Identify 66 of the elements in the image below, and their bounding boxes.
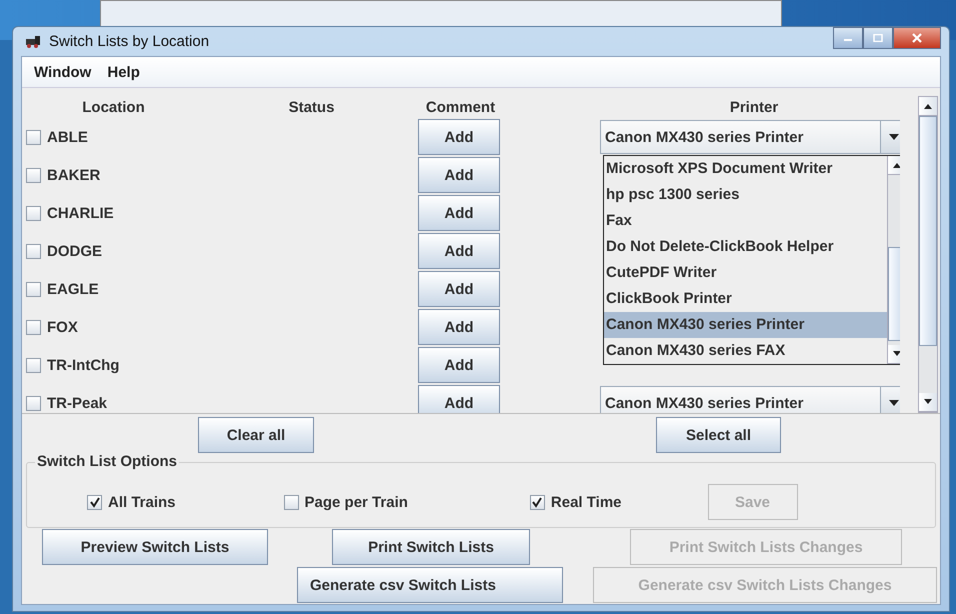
- option-label: Page per Train: [304, 494, 408, 510]
- maximize-button[interactable]: [863, 27, 893, 49]
- locomotive-icon: [25, 34, 43, 48]
- location-name: ABLE: [47, 128, 88, 146]
- up-arrow-icon[interactable]: [923, 103, 933, 109]
- option-label: All Trains: [108, 494, 176, 510]
- add-comment-button[interactable]: Add: [418, 309, 500, 345]
- scrollbar[interactable]: [918, 96, 938, 413]
- dropdown-option[interactable]: Canon MX430 series FAX: [604, 338, 887, 364]
- location-name: CHARLIE: [47, 204, 114, 222]
- window-title: Switch Lists by Location: [49, 33, 210, 50]
- dropdown-option[interactable]: hp psc 1300 series: [604, 182, 887, 208]
- dropdown-option[interactable]: Canon MX430 series Printer: [604, 312, 887, 338]
- location-name: BAKER: [47, 166, 100, 184]
- add-comment-button[interactable]: Add: [418, 157, 500, 193]
- down-arrow-icon[interactable]: [892, 351, 900, 357]
- checkbox[interactable]: [26, 206, 41, 220]
- checkbox[interactable]: [87, 494, 102, 510]
- dropdown-option[interactable]: ClickBook Printer: [604, 286, 887, 312]
- add-comment-button[interactable]: Add: [418, 385, 500, 413]
- table-button[interactable]: Select all: [656, 417, 781, 453]
- caret-icon: [888, 399, 900, 407]
- checkbox[interactable]: [26, 358, 41, 372]
- down-arrow-icon[interactable]: [923, 399, 933, 405]
- up-arrow-icon[interactable]: [892, 162, 900, 168]
- close-icon: [911, 33, 923, 43]
- location-name: FOX: [47, 318, 78, 336]
- location-name: TR-Peak: [47, 394, 108, 412]
- dropdown-option[interactable]: Fax: [604, 208, 887, 234]
- checkbox[interactable]: [284, 494, 299, 510]
- checkbox[interactable]: [26, 130, 41, 144]
- caret-icon: [888, 133, 900, 141]
- menu-item[interactable]: Window: [34, 64, 92, 80]
- menu-item[interactable]: Help: [107, 64, 140, 80]
- close-button[interactable]: [893, 27, 941, 49]
- table-button[interactable]: Clear all: [198, 417, 314, 453]
- checkbox[interactable]: [26, 320, 41, 334]
- dropdown-option[interactable]: Do Not Delete-ClickBook Helper: [604, 234, 887, 260]
- panel-title: Switch List Options: [35, 453, 180, 470]
- printer-dropdown[interactable]: Canon MX430 series Printer: [600, 120, 900, 154]
- column-header: Comment: [424, 98, 496, 116]
- checkbox[interactable]: [26, 396, 41, 410]
- maximize-icon: [873, 34, 883, 42]
- add-comment-button[interactable]: Add: [418, 347, 500, 383]
- option-label: Real Time: [550, 494, 622, 510]
- printer-dropdown[interactable]: Canon MX430 series Printer: [600, 386, 900, 413]
- checkbox[interactable]: [26, 244, 41, 258]
- add-comment-button[interactable]: Add: [418, 271, 500, 307]
- add-comment-button[interactable]: Add: [418, 233, 500, 269]
- checkbox[interactable]: [26, 282, 41, 296]
- location-name: EAGLE: [47, 280, 99, 298]
- add-comment-button[interactable]: Add: [418, 119, 500, 155]
- location-name: TR-IntChg: [47, 356, 120, 374]
- action-button[interactable]: Preview Switch Lists: [42, 529, 268, 565]
- column-header: Location: [81, 98, 146, 116]
- location-name: DODGE: [47, 242, 102, 260]
- checkbox[interactable]: [26, 168, 41, 182]
- column-header: Printer: [728, 98, 780, 116]
- minimize-button[interactable]: [833, 27, 863, 49]
- action-button[interactable]: Generate csv Switch Lists: [297, 567, 563, 603]
- dropdown-option[interactable]: Microsoft XPS Document Writer: [604, 156, 887, 182]
- dropdown-option[interactable]: CutePDF Writer: [604, 260, 887, 286]
- column-header: Status: [288, 98, 336, 116]
- add-comment-button[interactable]: Add: [418, 195, 500, 231]
- checkbox[interactable]: [530, 494, 545, 510]
- action-button[interactable]: Print Switch Lists: [332, 529, 530, 565]
